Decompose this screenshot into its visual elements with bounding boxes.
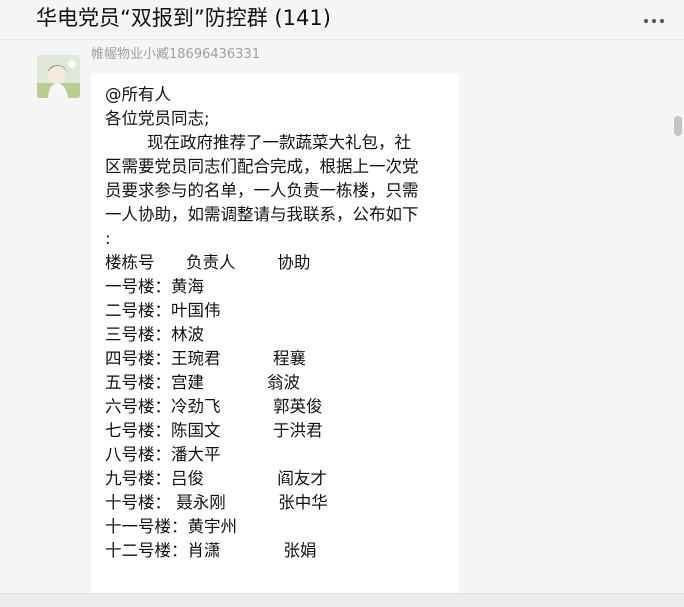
message-line: @所有人: [105, 85, 171, 104]
message-line: 楼栋号 负责人 协助: [105, 253, 311, 272]
avatar-image-icon: [37, 55, 80, 98]
message-line: 八号楼：潘大平: [105, 445, 221, 464]
message-line: 区需要党员同志们配合完成，根据上一次党: [105, 157, 419, 176]
message-list[interactable]: 帷幄物业小臧18696436331 @所有人各位党员同志; 现在政府推荐了一款蔬…: [0, 41, 684, 593]
message-line: 五号楼：宫建 翁波: [105, 373, 300, 392]
message-line: 十号楼： 聂永刚 张中华: [105, 493, 328, 512]
message-text: @所有人各位党员同志; 现在政府推荐了一款蔬菜大礼包，社 区需要党员同志们配合完成…: [105, 83, 449, 563]
avatar[interactable]: [37, 55, 80, 98]
message-line: 七号楼：陈国文 于洪君: [105, 421, 323, 440]
chat-title: 华电党员“双报到”防控群 (141): [36, 6, 331, 30]
chat-header: 华电党员“双报到”防控群 (141): [0, 0, 684, 40]
message-line: 各位党员同志;: [105, 109, 210, 128]
message-line: :: [105, 229, 111, 248]
sender-name: 帷幄物业小臧18696436331: [91, 47, 260, 62]
message-line: 员要求参与的名单，一人负责一栋楼，只需: [105, 181, 419, 200]
scrollbar-thumb[interactable]: [674, 116, 682, 136]
message-line: 一人协助，如需调整请与我联系，公布如下: [105, 205, 419, 224]
input-area-edge: [0, 593, 684, 607]
more-options-icon[interactable]: [642, 10, 666, 30]
message-line: 三号楼：林波: [105, 325, 204, 344]
message-line: 二号楼：叶国伟: [105, 301, 221, 320]
message-line: 九号楼：吕俊 阎友才: [105, 469, 327, 488]
message-bubble[interactable]: @所有人各位党员同志; 现在政府推荐了一款蔬菜大礼包，社 区需要党员同志们配合完成…: [91, 73, 459, 593]
message-line: 十二号楼：肖潇 张娟: [105, 541, 317, 560]
message-line: 四号楼：王琬君 程襄: [105, 349, 306, 368]
message-line: 一号楼：黄海: [105, 277, 204, 296]
message-line: 六号楼：冷劲飞 郭英俊: [105, 397, 323, 416]
message-line: 十一号楼：黄宇州: [105, 517, 237, 536]
message-line: 现在政府推荐了一款蔬菜大礼包，社: [105, 133, 411, 152]
